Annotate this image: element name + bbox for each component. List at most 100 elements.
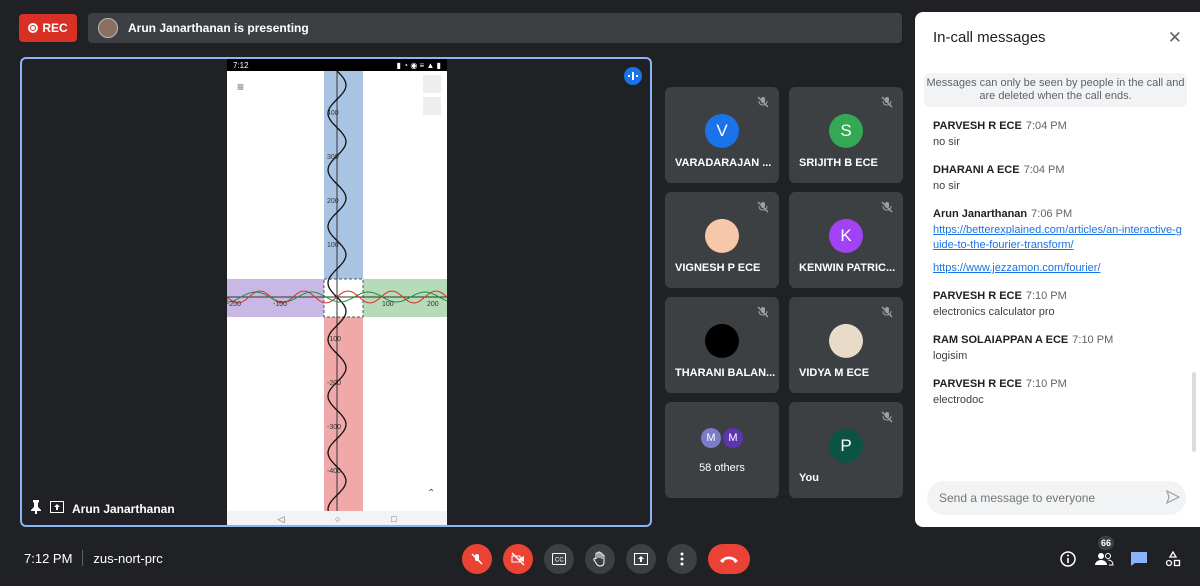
chevron-up-icon: ⌃	[427, 488, 435, 499]
more-options-button[interactable]	[667, 544, 697, 574]
pin-icon[interactable]	[30, 500, 42, 517]
mic-off-icon	[881, 410, 893, 428]
participant-name: VARADARAJAN ...	[675, 157, 772, 169]
phone-status-icons: ▮ ◔ ◉ ≡ ▲ ▮	[396, 60, 441, 70]
leave-call-button[interactable]	[708, 544, 750, 574]
meeting-info: 7:12 PM zus-nort-prc	[24, 550, 163, 566]
home-circle-icon: ○	[335, 514, 341, 524]
avatar	[829, 323, 863, 358]
x-tick-label: -100	[273, 301, 287, 308]
chat-message: RAM SOLAIAPPAN A ECE 7:10 PM logisim	[933, 334, 1183, 364]
presentation-stage[interactable]: 7:12 ▮ ◔ ◉ ≡ ▲ ▮ 400 300 200 100 -100 -200 -30…	[20, 57, 652, 527]
mic-off-icon	[881, 95, 893, 113]
chat-message-list[interactable]: PARVESH R ECE 7:04 PM no sir DHARANI A ECE 7…	[933, 120, 1183, 466]
message-sender: DHARANI A ECE 7:04 PM	[933, 164, 1065, 176]
phone-status-bar: 7:12 ▮ ◔ ◉ ≡ ▲ ▮	[227, 59, 447, 71]
mic-off-icon	[757, 305, 769, 323]
y-tick-label: 100	[327, 242, 339, 249]
camera-off-button[interactable]	[503, 544, 533, 574]
message-text: electrodoc	[933, 394, 984, 406]
message-time: 7:04 PM	[1023, 164, 1065, 176]
chat-message: Arun Janarthanan 7:06 PM https://betterexp…	[933, 208, 1183, 276]
chat-notice: Messages can only be seen by people in t…	[924, 73, 1187, 107]
meeting-code: zus-nort-prc	[93, 550, 163, 566]
presenter-banner: Arun Janarthanan is presenting	[88, 13, 902, 43]
avatar: M	[701, 428, 721, 448]
participant-tile[interactable]: M M 58 others	[665, 402, 779, 498]
present-now-button[interactable]	[626, 544, 656, 574]
chat-input[interactable]	[927, 481, 1186, 515]
stage-footer: Arun Janarthanan	[30, 500, 175, 517]
people-icon	[1095, 553, 1114, 566]
message-text: logisim	[933, 350, 968, 362]
message-sender: PARVESH R ECE 7:04 PM	[933, 120, 1067, 132]
message-text: electronics calculator pro	[933, 306, 1055, 318]
chat-button[interactable]	[1126, 546, 1152, 572]
captions-icon: CC	[552, 553, 566, 565]
avatar	[705, 323, 739, 358]
chat-icon	[1131, 552, 1147, 566]
x-tick-label: -200	[227, 301, 241, 308]
raise-hand-button[interactable]	[585, 544, 615, 574]
graph-center-box	[323, 278, 364, 318]
message-text: no sir	[933, 136, 960, 148]
avatar: P	[829, 428, 863, 463]
participant-tile[interactable]: THARANI BALAN...	[665, 297, 779, 393]
chat-scrollbar[interactable]	[1192, 372, 1196, 452]
message-text: no sir	[933, 180, 960, 192]
message-time: 7:10 PM	[1025, 290, 1067, 302]
svg-text:CC: CC	[555, 558, 564, 564]
y-tick-label: -400	[327, 468, 341, 475]
phone-nav-bar: ◁ ○ □	[227, 511, 447, 525]
participant-tile[interactable]: S SRIJITH B ECE	[789, 87, 903, 183]
present-screen-icon	[50, 501, 64, 516]
participant-name: VIGNESH P ECE	[675, 262, 761, 274]
mic-off-button[interactable]	[462, 544, 492, 574]
more-vert-icon	[680, 552, 684, 566]
participant-tile[interactable]: V VARADARAJAN ...	[665, 87, 779, 183]
participant-name: SRIJITH B ECE	[799, 157, 878, 169]
message-link[interactable]: https://www.jezzamon.com/fourier/	[933, 261, 1183, 276]
message-sender: RAM SOLAIAPPAN A ECE 7:10 PM	[933, 334, 1114, 346]
chat-message: DHARANI A ECE 7:04 PM no sir	[933, 164, 1183, 194]
close-icon[interactable]: ✕	[1168, 28, 1182, 48]
participant-tile[interactable]: VIGNESH P ECE	[665, 192, 779, 288]
fourier-graph: 400 300 200 100 -100 -200 -300 -400 -200 -100 100…	[227, 71, 447, 511]
avatar	[705, 218, 739, 253]
participant-tile[interactable]: K KENWIN PATRIC...	[789, 192, 903, 288]
participant-name: 58 others	[699, 462, 745, 474]
presenting-text: Arun Janarthanan is presenting	[128, 21, 309, 35]
record-icon	[28, 23, 39, 33]
participant-tile[interactable]: VIDYA M ECE	[789, 297, 903, 393]
participant-name: KENWIN PATRIC...	[799, 262, 896, 274]
message-time: 7:06 PM	[1031, 208, 1073, 220]
send-icon[interactable]	[1165, 489, 1181, 509]
y-tick-label: -300	[327, 424, 341, 431]
captions-button[interactable]: CC	[544, 544, 574, 574]
mic-off-icon	[881, 200, 893, 218]
group-avatars: MM	[701, 428, 743, 448]
activities-icon	[1165, 551, 1181, 567]
message-time: 7:10 PM	[1025, 378, 1067, 390]
chat-message: PARVESH R ECE 7:04 PM no sir	[933, 120, 1183, 150]
recording-button[interactable]: REC	[19, 14, 77, 42]
y-tick-label: 200	[327, 198, 339, 205]
rec-label: REC	[42, 21, 68, 35]
meeting-details-button[interactable]	[1055, 546, 1081, 572]
message-time: 7:04 PM	[1025, 120, 1067, 132]
chat-title: In-call messages	[933, 29, 1046, 46]
mic-off-icon	[757, 95, 769, 113]
message-link[interactable]: https://betterexplained.com/articles/an-…	[933, 223, 1183, 253]
message-sender: PARVESH R ECE 7:10 PM	[933, 290, 1067, 302]
x-tick-label: 100	[382, 301, 394, 308]
participant-tile[interactable]: P You	[789, 402, 903, 498]
mic-off-icon	[757, 200, 769, 218]
presenter-avatar	[98, 18, 118, 38]
graph-band-right	[363, 279, 447, 317]
activities-button[interactable]	[1160, 546, 1186, 572]
graph-band-left	[227, 279, 324, 317]
chat-message: PARVESH R ECE 7:10 PM electrodoc	[933, 378, 1183, 408]
avatar: S	[829, 113, 863, 148]
presenter-name-label: Arun Janarthanan	[72, 501, 175, 516]
people-button[interactable]	[1091, 546, 1117, 572]
